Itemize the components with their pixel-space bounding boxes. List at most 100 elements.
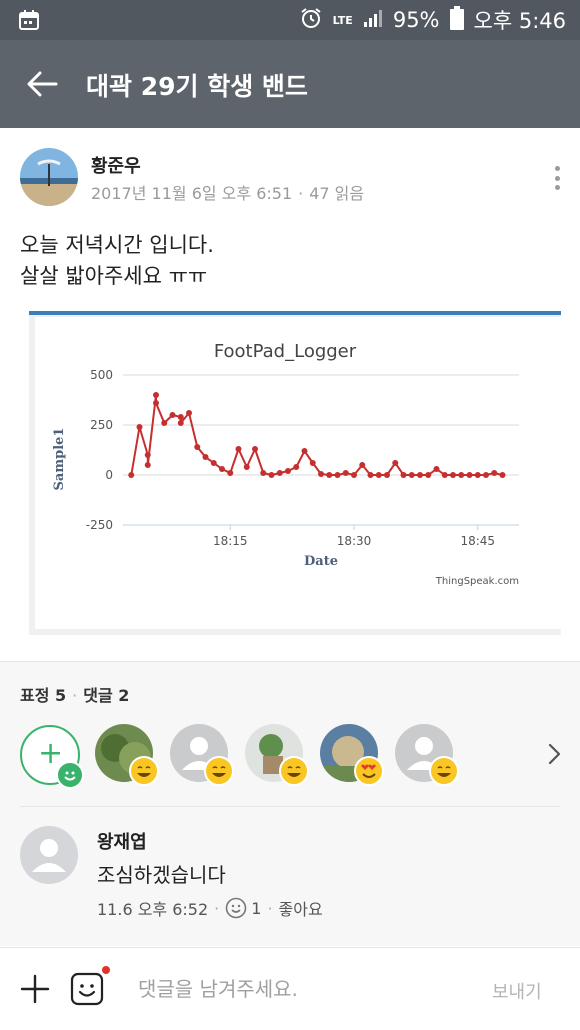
clock-time: 오후 5:46 [473, 9, 566, 33]
commenter-avatar[interactable] [20, 826, 78, 884]
data-point [252, 446, 258, 452]
x-tick-label: 18:15 [213, 534, 248, 548]
data-point [334, 472, 341, 478]
data-point [367, 472, 374, 478]
data-point [219, 466, 225, 472]
data-point [293, 464, 300, 470]
notification-dot [102, 966, 110, 974]
chart-title: FootPad_Logger [214, 341, 357, 362]
chart-image[interactable]: FootPad_Logger 500 250 0 -250 18:15 18:30 18:… [29, 311, 561, 635]
battery-icon [449, 5, 464, 35]
data-point [144, 452, 151, 458]
data-point [169, 412, 176, 418]
y-tick-label: 0 [105, 468, 113, 482]
post-body: 오늘 저녁시간 입니다. 살살 밟아주세요 ㅠㅠ [20, 230, 214, 292]
data-point [186, 410, 192, 416]
commenter-name[interactable]: 왕재엽 [97, 828, 147, 854]
data-point [177, 414, 184, 420]
y-tick-label: 500 [90, 368, 113, 382]
data-point [276, 470, 283, 476]
smile-icon [225, 897, 247, 919]
data-point [392, 460, 399, 466]
data-point [194, 444, 201, 450]
chart-svg: FootPad_Logger 500 250 0 -250 18:15 18:30 18:… [29, 311, 561, 635]
data-point [161, 420, 168, 426]
chevron-right-icon [548, 743, 561, 765]
read-count[interactable]: 47 읽음 [309, 184, 364, 203]
x-tick-label: 18:45 [460, 534, 495, 548]
data-point [433, 466, 440, 472]
laugh-emoji-icon [129, 756, 159, 786]
reaction-counts: 표정 5 · 댓글 2 [20, 686, 130, 705]
data-point [458, 472, 465, 478]
author-name[interactable]: 황준우 [91, 152, 141, 178]
data-point [128, 472, 135, 478]
plus-icon [20, 974, 50, 1004]
data-point [466, 472, 473, 478]
page-title: 대곽 29기 학생 밴드 [86, 72, 308, 101]
post-body-line: 살살 밟아주세요 ㅠㅠ [20, 264, 208, 288]
sticker-button[interactable] [70, 966, 110, 1006]
send-button[interactable]: 보내기 [492, 978, 542, 1004]
comment-input[interactable] [138, 970, 468, 1008]
signal-icon [363, 8, 383, 33]
data-point [326, 472, 333, 478]
data-point [301, 448, 308, 454]
comment-meta: 11.6 오후 6:52 · 1 · 좋아요 [97, 896, 323, 920]
data-point [243, 464, 250, 470]
y-axis-label: Sample1 [52, 428, 67, 491]
smile-icon [56, 761, 84, 789]
data-point [210, 460, 217, 466]
data-point [351, 472, 357, 478]
data-point [153, 392, 159, 398]
data-point [235, 446, 242, 452]
data-point [153, 400, 159, 406]
data-point [384, 472, 390, 478]
data-point [483, 472, 489, 478]
data-point [227, 470, 234, 476]
data-point [408, 472, 415, 478]
x-tick-label: 18:30 [337, 534, 372, 548]
author-avatar[interactable] [20, 148, 78, 206]
emotion-count[interactable]: 표정 5 [20, 686, 66, 705]
data-point [268, 472, 275, 478]
sticker-icon [70, 972, 104, 1006]
app-bar: 대곽 29기 학생 밴드 [0, 40, 580, 128]
attach-button[interactable] [18, 972, 52, 1006]
data-point [375, 472, 382, 478]
data-point [400, 472, 407, 478]
comment-like-label[interactable]: 좋아요 [279, 896, 323, 920]
data-point [450, 472, 456, 478]
data-point [260, 470, 267, 476]
back-button[interactable] [20, 62, 64, 106]
x-axis-label: Date [304, 554, 338, 569]
status-bar: LTE 95% 오후 5:46 [0, 0, 580, 40]
data-point [359, 462, 366, 468]
more-vertical-icon [554, 166, 560, 171]
reactions-more-button[interactable] [540, 738, 568, 770]
laugh-emoji-icon [429, 756, 459, 786]
data-point [342, 470, 349, 476]
heart-eyes-emoji-icon [354, 756, 384, 786]
comment-like-count: 1 [251, 898, 262, 918]
divider [20, 806, 560, 807]
data-point [177, 420, 184, 426]
post-meta: 2017년 11월 6일 오후 6:51 · 47 읽음 [91, 184, 365, 203]
comment-text: 조심하겠습니다 [97, 863, 226, 887]
data-point [285, 468, 291, 474]
data-point [144, 462, 151, 468]
comment-input-bar: 보내기 [0, 947, 580, 1030]
post-date: 2017년 11월 6일 오후 6:51 [91, 184, 293, 203]
chart-watermark: ThingSpeak.com [435, 576, 519, 587]
laugh-emoji-icon [204, 756, 234, 786]
post-body-line: 오늘 저녁시간 입니다. [20, 233, 214, 257]
more-options-button[interactable] [548, 163, 566, 193]
add-reaction-button[interactable]: + [20, 725, 84, 789]
comment-count[interactable]: 댓글 2 [83, 686, 129, 705]
comment-like-button[interactable]: 1 [225, 897, 261, 919]
data-point [425, 472, 432, 478]
data-point [309, 460, 316, 466]
comment-time: 11.6 오후 6:52 [97, 900, 209, 919]
laugh-emoji-icon [279, 756, 309, 786]
battery-percent: 95% [392, 8, 440, 32]
